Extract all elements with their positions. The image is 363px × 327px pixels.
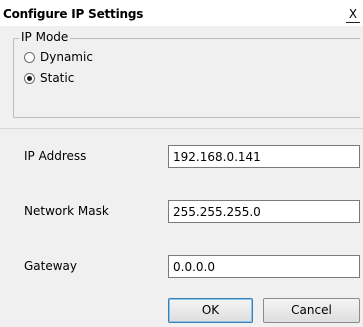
close-icon[interactable]: X bbox=[346, 8, 360, 23]
radio-static[interactable]: Static bbox=[24, 71, 74, 85]
radio-static-label[interactable]: Static bbox=[40, 71, 74, 85]
gateway-input[interactable] bbox=[168, 255, 360, 278]
cancel-button[interactable]: Cancel bbox=[263, 298, 360, 323]
title-bar: Configure IP Settings X bbox=[0, 0, 363, 26]
radio-dynamic-button[interactable] bbox=[24, 51, 35, 63]
ip-address-label: IP Address bbox=[24, 149, 87, 163]
section-divider bbox=[0, 128, 363, 129]
ok-button[interactable]: OK bbox=[168, 298, 253, 323]
ip-address-input[interactable] bbox=[168, 145, 360, 168]
radio-dynamic-label[interactable]: Dynamic bbox=[40, 50, 93, 64]
network-mask-input[interactable] bbox=[168, 200, 360, 223]
configure-ip-dialog: Configure IP Settings X IP Mode Dynamic … bbox=[0, 0, 363, 327]
radio-dynamic[interactable]: Dynamic bbox=[24, 50, 93, 64]
gateway-label: Gateway bbox=[24, 259, 78, 273]
dialog-title: Configure IP Settings bbox=[3, 7, 144, 21]
network-mask-label: Network Mask bbox=[24, 204, 109, 218]
ip-mode-legend: IP Mode bbox=[19, 30, 71, 44]
ip-mode-group: IP Mode Dynamic Static bbox=[13, 30, 360, 118]
radio-static-button[interactable] bbox=[24, 72, 35, 84]
